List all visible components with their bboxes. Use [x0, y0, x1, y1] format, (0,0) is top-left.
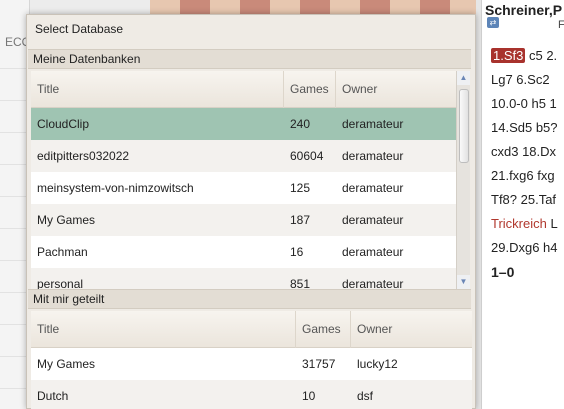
cell-games: 240 [290, 117, 311, 131]
cell-title: personal [37, 277, 84, 289]
dialog-title: Select Database [35, 22, 124, 36]
table-row[interactable]: Pachman 16 deramateur [31, 236, 456, 268]
column-games[interactable]: Games [284, 71, 336, 108]
my-databases-header: Meine Datenbanken [28, 49, 471, 69]
column-games[interactable]: Games [296, 311, 351, 348]
table-header: Title Games Owner [31, 311, 472, 348]
cell-owner: deramateur [342, 213, 404, 227]
cell-owner: deramateur [342, 245, 404, 259]
cell-games: 10 [302, 389, 316, 403]
move-line[interactable]: 21.fxg6 fxg [491, 168, 555, 183]
table-row[interactable]: personal 851 deramateur [31, 268, 456, 289]
cell-games: 125 [290, 181, 311, 195]
table-row[interactable]: My Games 187 deramateur [31, 204, 456, 236]
scroll-down-icon[interactable]: ▼ [457, 275, 470, 289]
move-line[interactable]: Trickreich L [491, 216, 558, 231]
table-row[interactable]: Dutch 10 dsf [31, 380, 472, 409]
move-line[interactable]: cxd3 18.Dx [491, 144, 556, 159]
column-title[interactable]: Title [31, 311, 296, 348]
cell-owner: deramateur [342, 149, 404, 163]
cell-games: 851 [290, 277, 311, 289]
cell-owner: lucky12 [357, 357, 398, 371]
player-name: Schreiner,P [485, 2, 563, 18]
move-line[interactable]: 14.Sd5 b5? [491, 120, 558, 135]
cell-owner: dsf [357, 389, 374, 403]
cell-games: 187 [290, 213, 311, 227]
shared-databases-header: Mit mir geteilt [28, 289, 471, 309]
cell-title: editpitters032022 [37, 149, 130, 163]
scroll-thumb[interactable] [459, 89, 469, 163]
cell-title: Dutch [37, 389, 69, 403]
shared-databases-table: Title Games Owner My Games 31757 lucky12… [31, 311, 472, 409]
cell-games: 31757 [302, 357, 336, 371]
cell-games: 16 [290, 245, 304, 259]
select-database-dialog: Select Database Meine Datenbanken Title … [26, 14, 476, 409]
cell-owner: deramateur [342, 117, 404, 131]
table-row[interactable]: meinsystem-von-nimzowitsch 125 deramateu… [31, 172, 456, 204]
game-result: 1–0 [491, 264, 515, 280]
cell-title: meinsystem-von-nimzowitsch [37, 181, 194, 195]
cell-title: CloudClip [37, 117, 90, 131]
table-header: Title Games Owner [31, 71, 456, 108]
column-owner[interactable]: Owner [351, 311, 472, 348]
move-line[interactable]: Lg7 6.Sc2 [491, 72, 550, 87]
table-row[interactable]: CloudClip 240 deramateur [31, 108, 456, 140]
scroll-up-icon[interactable]: ▲ [457, 71, 470, 85]
notation-panel: Schreiner,P ⇄ F 1.Sf3 c5 2. Lg7 6.Sc2 10… [481, 0, 564, 409]
cell-title: Pachman [37, 245, 88, 259]
event-label: F [558, 19, 564, 31]
table-row[interactable]: My Games 31757 lucky12 [31, 348, 472, 380]
move-line[interactable]: 10.0-0 h5 1 [491, 96, 557, 111]
current-move[interactable]: 1.Sf3 [491, 48, 526, 63]
cell-owner: deramateur [342, 277, 404, 289]
move-line[interactable]: Tf8? 25.Taf [491, 192, 556, 207]
table-row[interactable]: editpitters032022 60604 deramateur [31, 140, 456, 172]
cell-title: My Games [37, 357, 96, 371]
my-databases-table: Title Games Owner CloudClip 240 deramate… [31, 71, 456, 289]
column-title[interactable]: Title [31, 71, 284, 108]
versus-icon[interactable]: ⇄ [487, 17, 499, 28]
column-owner[interactable]: Owner [336, 71, 456, 108]
move-line[interactable]: 1.Sf3 c5 2. [491, 48, 557, 63]
move-line[interactable]: 29.Dxg6 h4 [491, 240, 558, 255]
cell-games: 60604 [290, 149, 324, 163]
annotation-comment: Trickreich [491, 216, 547, 231]
cell-title: My Games [37, 213, 96, 227]
cell-owner: deramateur [342, 181, 404, 195]
chessboard[interactable] [150, 0, 480, 14]
my-databases-scrollbar[interactable]: ▲ ▼ [456, 71, 470, 289]
